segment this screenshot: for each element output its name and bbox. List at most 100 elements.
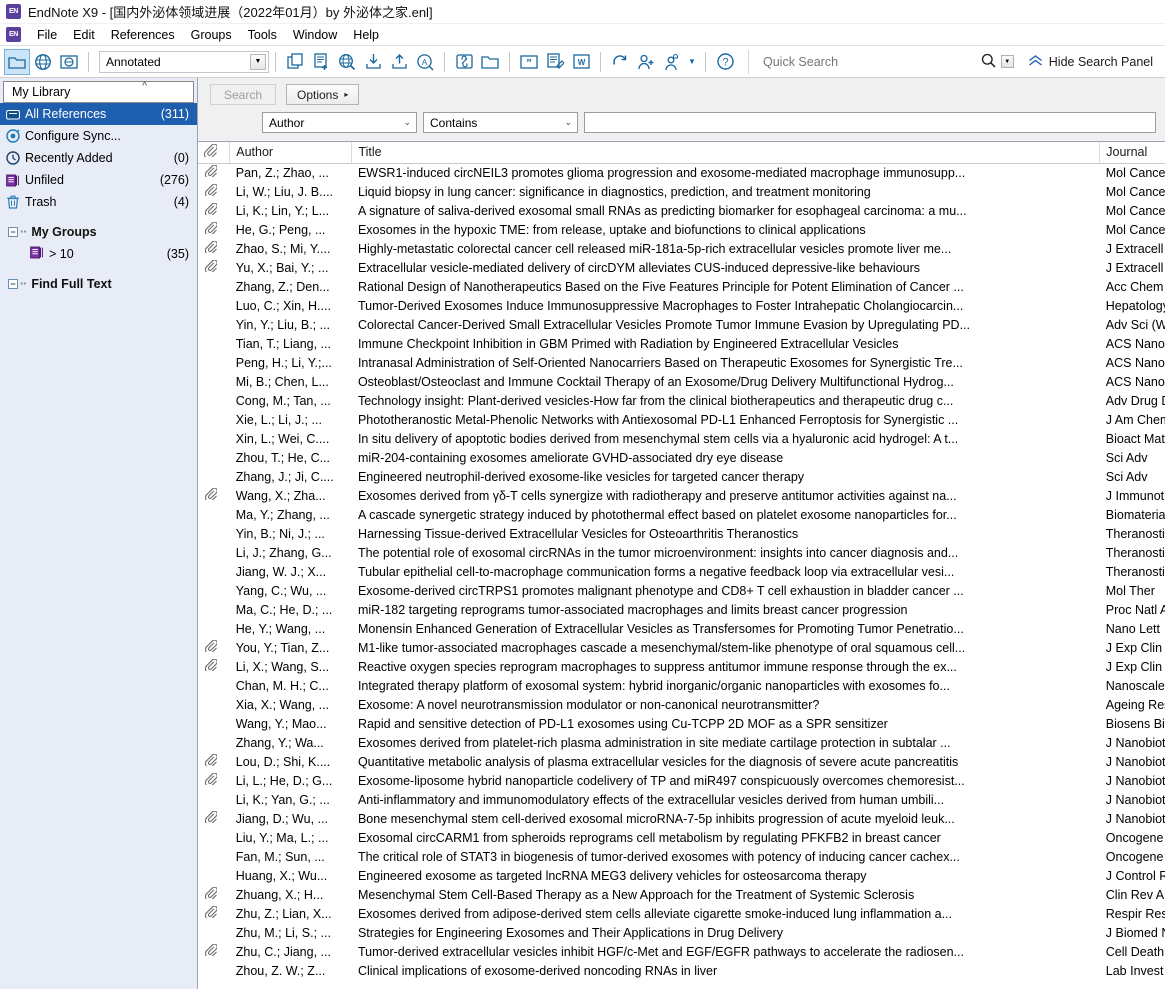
table-row[interactable]: Zhu, Z.; Lian, X... Exosomes derived from… [198,904,1165,923]
sidebar-item-gt10[interactable]: > 10 (35) [0,243,197,265]
help-icon[interactable]: ? [712,49,738,75]
table-row[interactable]: Zhou, Z. W.; Z... Clinical implications o… [198,961,1165,980]
table-row[interactable]: Tian, T.; Liang, ... Immune Checkpoint In… [198,334,1165,353]
table-row[interactable]: Zhu, M.; Li, S.; ... Strategies for Engin… [198,923,1165,942]
table-row[interactable]: Li, K.; Lin, Y.; L... A signature of sali… [198,201,1165,220]
sidebar-item-recently-added[interactable]: Recently Added (0) [0,147,197,169]
quick-search-dropdown-icon[interactable]: ▼ [1000,55,1014,68]
table-row[interactable]: He, G.; Peng, ... Exosomes in the hypoxic… [198,220,1165,239]
table-row[interactable]: Chan, M. H.; C... Integrated therapy plat… [198,676,1165,695]
menu-window[interactable]: Window [285,26,345,44]
sidebar-item-trash[interactable]: Trash (4) [0,191,197,213]
collapse-icon[interactable]: − [8,227,18,237]
sidebar-group-find-full-text[interactable]: − ·· Find Full Text [0,273,197,295]
chevron-down-icon[interactable]: ⌄ [564,117,572,128]
menu-groups[interactable]: Groups [183,26,240,44]
chevron-down-icon[interactable]: ▼ [685,49,699,75]
table-row[interactable]: Zhao, S.; Mi, Y.... Highly-metastatic col… [198,239,1165,258]
table-row[interactable]: Cong, M.; Tan, ... Technology insight: Pl… [198,391,1165,410]
local-library-icon[interactable] [4,48,30,75]
table-row[interactable]: Xia, X.; Wang, ... Exosome: A novel neuro… [198,695,1165,714]
table-row[interactable]: Zhuang, X.; H... Mesenchymal Stem Cell-Ba… [198,885,1165,904]
collapse-icon[interactable]: − [8,279,18,289]
table-row[interactable]: Wang, X.; Zha... Exosomes derived from γδ… [198,486,1165,505]
chevron-up-icon[interactable]: ^ [142,81,147,92]
table-row[interactable]: Yu, X.; Bai, Y.; ... Extracellular vesicl… [198,258,1165,277]
table-row[interactable]: Zhang, J.; Ji, C.... Engineered neutrophi… [198,467,1165,486]
open-folder-icon[interactable] [477,49,503,75]
table-row[interactable]: You, Y.; Tian, Z... M1-like tumor-associa… [198,638,1165,657]
table-row[interactable]: Li, W.; Liu, J. B.... Liquid biopsy in lu… [198,182,1165,201]
table-row[interactable]: Xie, L.; Li, J.; ... Phototheranostic Met… [198,410,1165,429]
table-row[interactable]: Yang, C.; Wu, ... Exosome-derived circTRP… [198,581,1165,600]
my-library-tab[interactable]: My Library ^ [3,81,194,103]
table-row[interactable]: Li, K.; Yan, G.; ... Anti-inflammatory an… [198,790,1165,809]
quick-search-input[interactable] [761,53,981,70]
sidebar-item-configure-sync[interactable]: Configure Sync... [0,125,197,147]
table-row[interactable]: Liu, Y.; Ma, L.; ... Exosomal circCARM1 f… [198,828,1165,847]
column-header-journal[interactable]: Journal [1099,142,1165,164]
import-icon[interactable] [360,49,386,75]
link-icon[interactable] [451,49,477,75]
sidebar-group-my-groups[interactable]: − ·· My Groups [0,221,197,243]
table-row[interactable]: Jiang, W. J.; X... Tubular epithelial cel… [198,562,1165,581]
table-row[interactable]: Ma, C.; He, D.; ... miR-182 targeting rep… [198,600,1165,619]
chevron-down-icon[interactable]: ▼ [250,53,266,70]
new-reference-icon[interactable] [308,49,334,75]
table-row[interactable]: Mi, B.; Chen, L... Osteoblast/Osteoclast … [198,372,1165,391]
options-button[interactable]: Options ▸ [286,84,360,105]
menu-file[interactable]: File [29,26,65,44]
table-row[interactable]: Jiang, D.; Wu, ... Bone mesenchymal stem … [198,809,1165,828]
menu-edit[interactable]: Edit [65,26,103,44]
column-header-attachment[interactable] [198,142,231,164]
open-pdf-icon[interactable]: A [412,49,438,75]
table-row[interactable]: Zhu, C.; Jiang, ... Tumor-derived extrace… [198,942,1165,961]
sidebar-item-all-references[interactable]: All References (311) [0,103,197,125]
sidebar-item-unfiled[interactable]: Unfiled (276) [0,169,197,191]
table-row[interactable]: Wang, Y.; Mao... Rapid and sensitive dete… [198,714,1165,733]
table-row[interactable]: Ma, Y.; Zhang, ... A cascade synergetic s… [198,505,1165,524]
paperclip-icon [204,905,230,921]
copy-references-icon[interactable] [282,49,308,75]
chevron-down-icon[interactable]: ⌄ [403,117,411,128]
column-header-title[interactable]: Title [351,142,1101,164]
table-row[interactable]: Luo, C.; Xin, H.... Tumor-Derived Exosome… [198,296,1165,315]
table-row[interactable]: Zhang, Y.; Wa... Exosomes derived from pl… [198,733,1165,752]
sync-icon[interactable] [607,49,633,75]
table-row[interactable]: Xin, L.; Wei, C.... In situ delivery of a… [198,429,1165,448]
edit-citation-icon[interactable] [542,49,568,75]
online-search-icon[interactable] [30,49,56,75]
search-icon[interactable] [981,53,996,71]
export-icon[interactable] [386,49,412,75]
search-operator-select[interactable]: Contains ⌄ [423,112,578,133]
table-row[interactable]: Li, J.; Zhang, G... The potential role of… [198,543,1165,562]
search-button[interactable]: Search [210,84,276,105]
online-search-globe-icon[interactable] [334,49,360,75]
table-row[interactable]: Fan, M.; Sun, ... The critical role of ST… [198,847,1165,866]
table-row[interactable]: Huang, X.; Wu... Engineered exosome as ta… [198,866,1165,885]
table-row[interactable]: Lou, D.; Shi, K.... Quantitative metaboli… [198,752,1165,771]
table-row[interactable]: Pan, Z.; Zhao, ... EWSR1-induced circNEIL… [198,163,1165,182]
table-row[interactable]: Zhang, Z.; Den... Rational Design of Nano… [198,277,1165,296]
table-row[interactable]: Zhou, T.; He, C... miR-204-containing exo… [198,448,1165,467]
table-row[interactable]: He, Y.; Wang, ... Monensin Enhanced Gener… [198,619,1165,638]
table-row[interactable]: Yin, Y.; Liu, B.; ... Colorectal Cancer-D… [198,315,1165,334]
column-header-author[interactable]: Author [229,142,353,164]
table-row[interactable]: Li, X.; Wang, S... Reactive oxygen specie… [198,657,1165,676]
output-style-select[interactable]: Annotated ▼ [99,50,269,73]
insert-citation-icon[interactable]: ” [516,49,542,75]
share-library-icon[interactable] [633,49,659,75]
format-bibliography-icon[interactable]: W [568,49,594,75]
table-row[interactable]: Yin, B.; Ni, J.; ... Harnessing Tissue-de… [198,524,1165,543]
search-term-input[interactable] [584,112,1156,133]
search-field-select[interactable]: Author ⌄ [262,112,417,133]
menu-help[interactable]: Help [345,26,387,44]
table-row[interactable]: Peng, H.; Li, Y.;... Intranasal Administr… [198,353,1165,372]
table-row[interactable]: Li, L.; He, D.; G... Exosome-liposome hyb… [198,771,1165,790]
manage-attachments-icon[interactable] [659,49,685,75]
hide-search-panel-button[interactable]: Hide Search Panel [1028,55,1153,69]
menu-tools[interactable]: Tools [240,26,285,44]
integrated-library-icon[interactable] [56,49,82,75]
quick-search-box[interactable]: ▼ Hide Search Panel [748,49,1161,74]
menu-references[interactable]: References [103,26,183,44]
